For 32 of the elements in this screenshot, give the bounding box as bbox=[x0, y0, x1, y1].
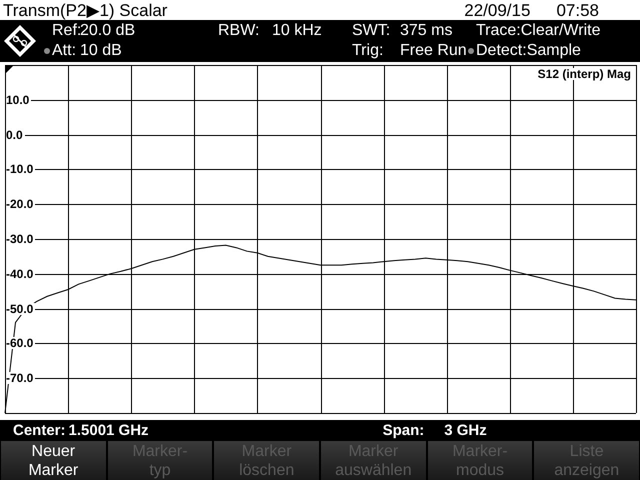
setting-label: Detect: bbox=[476, 43, 527, 59]
y-axis-label: 0.0 bbox=[6, 128, 25, 141]
setting-label: RBW: bbox=[218, 23, 260, 39]
span-label: Span: bbox=[382, 423, 424, 438]
setting-label: Ref: bbox=[52, 23, 80, 39]
time-text: 07:58 bbox=[556, 2, 599, 18]
y-axis-label: -30.0 bbox=[6, 233, 36, 245]
y-axis-label: -70.0 bbox=[6, 372, 36, 384]
y-axis-label: -50.0 bbox=[6, 302, 36, 315]
setting-value: 10 kHz bbox=[272, 23, 322, 39]
setting-value: Sample bbox=[526, 43, 581, 59]
setting-label: SWT: bbox=[352, 23, 392, 39]
date-text: 22/09/15 bbox=[464, 2, 530, 18]
setting-value: Free Run bbox=[400, 43, 467, 59]
y-axis-label: -60.0 bbox=[6, 337, 36, 350]
setting-value: 20.0 dB bbox=[80, 23, 136, 39]
center-value: 1.5001 GHz bbox=[68, 423, 149, 438]
y-axis-label: 10.0 bbox=[6, 94, 32, 106]
trace-label: S12 (interp) Mag bbox=[536, 68, 632, 80]
setting-label: Att: bbox=[52, 43, 78, 59]
setting-label: Trace: bbox=[476, 23, 521, 39]
y-axis-label: -20.0 bbox=[6, 198, 36, 210]
span-value: 3 GHz bbox=[444, 423, 487, 438]
setting-value: 10 dB bbox=[80, 43, 122, 59]
y-axis-label: -10.0 bbox=[6, 163, 36, 176]
setting-value: Clear/Write bbox=[520, 23, 600, 39]
softkey-button[interactable]: Neuer Marker bbox=[1, 441, 106, 480]
setting-label: Trig: bbox=[352, 43, 384, 59]
window-title: Transm(P2▶1) Scalar bbox=[3, 2, 168, 18]
center-label: Center: bbox=[13, 423, 66, 438]
setting-value: 375 ms bbox=[400, 23, 452, 39]
y-axis-label: -40.0 bbox=[6, 268, 36, 280]
